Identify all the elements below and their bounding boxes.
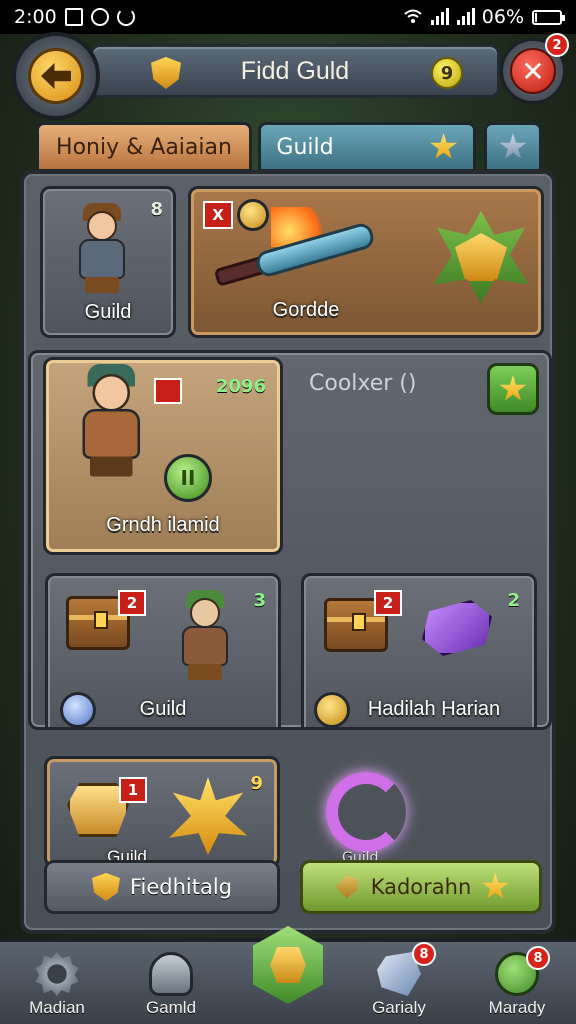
tag-badge: 2 xyxy=(374,590,402,616)
coin-counter[interactable]: 9 xyxy=(431,57,463,89)
leaf-icon xyxy=(335,875,358,899)
nav-item-gamld[interactable]: Gamld xyxy=(116,942,226,1024)
member-count: 8 xyxy=(150,199,163,220)
guild-treasure-card[interactable]: 1 9 Guild xyxy=(44,756,280,868)
sync-notification-icon xyxy=(116,8,135,26)
magic-horn-icon xyxy=(326,772,406,852)
leaf-gem-icon xyxy=(433,211,529,303)
nav-item-home[interactable] xyxy=(248,926,328,1022)
card-label: Guild xyxy=(84,301,132,323)
star-icon xyxy=(499,375,527,401)
featured-card[interactable]: 2096 II Grndh ilamid xyxy=(43,357,283,555)
helmet-icon xyxy=(149,952,193,996)
battery-percent: 06% xyxy=(481,6,524,28)
item-count: 2 xyxy=(507,590,520,611)
wifi-icon xyxy=(404,8,422,26)
featured-side-label: Coolxer () xyxy=(309,371,417,396)
tab-favorites[interactable] xyxy=(484,122,542,172)
nav-item-marady[interactable]: 8 Marady xyxy=(462,942,572,1024)
nav-item-madian[interactable]: Madian xyxy=(2,942,112,1024)
tab-honiy-aaiaian[interactable]: Honiy & Aaiaian xyxy=(36,122,252,172)
close-button[interactable]: ✕ 2 xyxy=(500,33,569,104)
close-notification-badge: 2 xyxy=(545,33,569,57)
back-button[interactable] xyxy=(12,32,100,120)
notification-badge: 8 xyxy=(412,942,436,966)
battery-level xyxy=(535,12,537,22)
nav-label: Madian xyxy=(29,998,85,1017)
tag-badge: 1 xyxy=(119,777,147,803)
home-emblem-icon xyxy=(270,947,306,983)
item-count: 9 xyxy=(250,773,263,794)
star-icon xyxy=(481,873,509,899)
featured-section: 2096 II Grndh ilamid Coolxer () 2 3 Guil… xyxy=(28,350,552,730)
spiky-orb-icon xyxy=(169,777,247,855)
star-icon xyxy=(499,133,527,159)
close-tag-icon[interactable]: X xyxy=(203,201,233,229)
nav-item-garialy[interactable]: 8 Garialy xyxy=(344,942,454,1024)
shield-icon xyxy=(91,873,120,901)
hero-character xyxy=(73,203,129,293)
notification-badge: 8 xyxy=(526,946,550,970)
status-time: 2:00 xyxy=(14,6,57,28)
gorde-card[interactable]: X Gordde xyxy=(188,186,544,338)
green-badge-icon: II xyxy=(164,454,212,502)
tab-label: Guild xyxy=(276,134,334,160)
status-bar: 2:00 06% xyxy=(0,0,576,34)
card-label: Gordde xyxy=(272,299,340,321)
status-left: 2:00 xyxy=(14,6,135,28)
button-label: Fiedhitalg xyxy=(129,875,233,899)
back-arrow-icon xyxy=(41,63,71,89)
item-count: 3 xyxy=(253,590,266,611)
home-hexagon-icon xyxy=(253,926,323,1004)
nav-label: Marady xyxy=(488,998,546,1017)
goblin-character xyxy=(176,590,232,680)
kadorahn-button[interactable]: Kadorahn xyxy=(300,860,542,914)
gear-icon xyxy=(35,952,79,996)
coin-icon xyxy=(237,199,269,231)
back-button-face xyxy=(28,48,84,104)
tag-badge: 2 xyxy=(118,590,146,616)
close-icon: ✕ xyxy=(510,48,556,94)
guild-member-card[interactable]: 8 Guild xyxy=(40,186,176,338)
favorite-button[interactable] xyxy=(487,363,539,415)
signal-icon-1 xyxy=(430,8,449,26)
status-right: 06% xyxy=(404,6,565,28)
card-label: Guild xyxy=(139,698,187,720)
red-shield-icon xyxy=(154,378,182,404)
guild-chest-card[interactable]: 2 3 Guild xyxy=(45,573,281,727)
guild-panel: 8 Guild X Gordde 2096 II Grndh ilamid Co… xyxy=(20,170,556,934)
fiedhitalg-button[interactable]: Fiedhitalg xyxy=(44,860,280,914)
image-notification-icon xyxy=(64,8,83,26)
tab-guild[interactable]: Guild xyxy=(258,122,476,172)
warrior-character xyxy=(75,364,145,477)
battery-icon xyxy=(532,9,565,25)
title-bar: Fidd Guld 9 xyxy=(90,44,500,98)
daily-mission-card[interactable]: 2 2 Hadilah Harian xyxy=(301,573,537,727)
card-label: Hadilah Harian xyxy=(367,698,501,720)
featured-number: 2096 xyxy=(216,376,267,397)
nav-label: Garialy xyxy=(372,998,426,1017)
tab-label: Honiy & Aaiaian xyxy=(56,134,232,160)
star-icon xyxy=(430,133,458,159)
featured-label: Grndh ilamid xyxy=(106,514,220,536)
settings-notification-icon xyxy=(90,8,109,26)
purple-crystal-icon xyxy=(422,600,492,656)
signal-icon-2 xyxy=(456,8,475,26)
button-label: Kadorahn xyxy=(370,875,472,899)
nav-label: Gamld xyxy=(145,998,197,1017)
